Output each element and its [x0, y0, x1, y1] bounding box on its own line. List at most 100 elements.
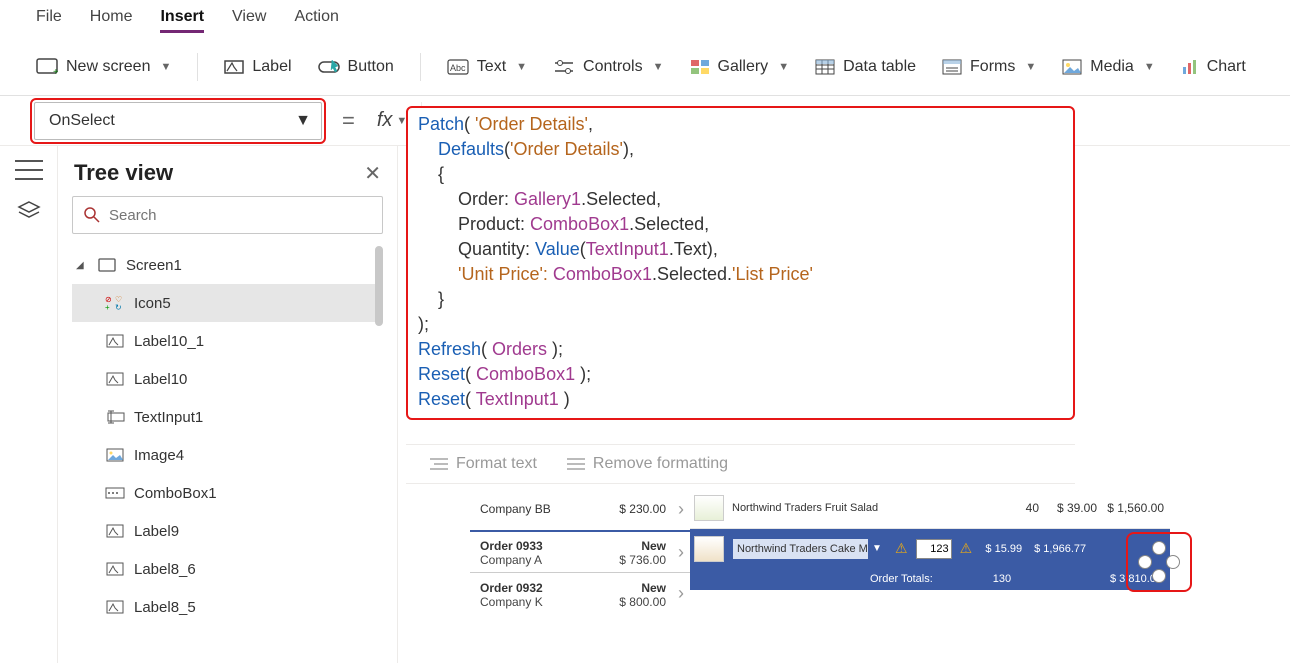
detail-row-selected[interactable]: Northwind Traders Cake Mix ▼ ⚠ ⚠ $ 15.99…	[690, 528, 1170, 568]
format-text-button[interactable]: Format text	[430, 455, 537, 473]
forms-icon	[942, 59, 962, 75]
menu-view[interactable]: View	[232, 8, 266, 33]
equals-label: =	[334, 108, 363, 134]
order-company: Company K	[480, 595, 543, 609]
forms-btn-label: Forms	[970, 58, 1015, 76]
property-dropdown[interactable]: OnSelect ▼	[34, 102, 322, 140]
totals-label: Order Totals:	[870, 573, 933, 585]
chevron-right-icon: ›	[672, 499, 690, 520]
property-highlight: OnSelect ▼	[30, 98, 326, 144]
tree-title: Tree view	[74, 160, 173, 186]
tree-item-label8-6[interactable]: Label8_6	[72, 550, 383, 588]
remove-formatting-label: Remove formatting	[593, 455, 728, 473]
chevron-down-icon: ▼	[653, 61, 664, 73]
media-icon	[1062, 59, 1082, 75]
product-combobox[interactable]: Northwind Traders Cake Mix ▼	[732, 538, 887, 560]
chevron-down-icon: ▼	[295, 112, 311, 130]
text-icon: Abc	[447, 59, 469, 75]
text-button[interactable]: Abc Text ▼	[447, 58, 527, 76]
close-icon[interactable]: ✕	[364, 161, 381, 186]
tree-item-label: Label8_5	[134, 599, 196, 616]
workspace: Tree view ✕ ◢ Screen1 ⊘♡+↻ Icon5 Label10…	[0, 146, 1290, 663]
tree-item-label: Icon5	[134, 295, 171, 312]
price: $ 15.99	[980, 543, 1022, 555]
label-button[interactable]: Label	[224, 58, 291, 76]
combobox-icon	[104, 484, 126, 502]
tree-item-icon5[interactable]: ⊘♡+↻ Icon5	[72, 284, 383, 322]
formula-bar[interactable]: Patch( 'Order Details', Defaults('Order …	[406, 106, 1075, 420]
text-btn-label: Text	[477, 58, 506, 76]
totals-row: Order Totals: 130 $ 3,810.00	[690, 568, 1170, 590]
tree-item-textinput1[interactable]: TextInput1	[72, 398, 383, 436]
forms-button[interactable]: Forms ▼	[942, 58, 1036, 76]
chevron-right-icon: ›	[672, 583, 690, 604]
separator	[197, 53, 198, 81]
chart-button[interactable]: Chart	[1181, 58, 1246, 76]
tree-item-label10[interactable]: Label10	[72, 360, 383, 398]
order-row[interactable]: Company BB $ 230.00 ›	[470, 488, 690, 530]
add-icon-handle[interactable]: +	[1126, 532, 1192, 592]
data-table-button[interactable]: Data table	[815, 58, 916, 76]
tree-item-combobox1[interactable]: ComboBox1	[72, 474, 383, 512]
data-table-label: Data table	[843, 58, 916, 76]
tree-item-label: TextInput1	[134, 409, 203, 426]
fx-label: fx	[377, 109, 393, 132]
quantity-input[interactable]	[916, 539, 952, 559]
warning-icon: ⚠	[960, 540, 973, 557]
gallery-icon	[690, 59, 710, 75]
menu-insert[interactable]: Insert	[160, 8, 204, 33]
tree-item-label8-5[interactable]: Label8_5	[72, 588, 383, 626]
controls-button[interactable]: Controls ▼	[553, 58, 663, 76]
layers-icon[interactable]	[17, 200, 41, 222]
tree-item-label: Label10_1	[134, 333, 204, 350]
tree-item-label10-1[interactable]: Label10_1	[72, 322, 383, 360]
line-total: $ 1,966.77	[1030, 543, 1090, 555]
iconset-icon: ⊘♡+↻	[104, 294, 126, 312]
label-icon	[104, 598, 126, 616]
gallery-button[interactable]: Gallery ▼	[690, 58, 790, 76]
label-icon	[104, 522, 126, 540]
tree-view-pane: Tree view ✕ ◢ Screen1 ⊘♡+↻ Icon5 Label10…	[58, 146, 398, 663]
media-button[interactable]: Media ▼	[1062, 58, 1154, 76]
detail-row[interactable]: Northwind Traders Fruit Salad 40 $ 39.00…	[690, 488, 1170, 528]
search-icon	[83, 206, 101, 224]
chevron-down-icon: ▼	[160, 61, 171, 73]
gallery-btn-label: Gallery	[718, 58, 769, 76]
hamburger-icon[interactable]	[15, 160, 43, 180]
order-amount: $ 230.00	[619, 502, 666, 516]
tree-item-label: Label10	[134, 371, 187, 388]
remove-formatting-button[interactable]: Remove formatting	[567, 455, 728, 473]
order-status: New	[641, 581, 666, 595]
tree-item-image4[interactable]: Image4	[72, 436, 383, 474]
tree-header: Tree view ✕	[72, 156, 383, 196]
button-btn-label: Button	[348, 58, 394, 76]
order-row[interactable]: Order 0933New Company A$ 736.00 ›	[470, 530, 690, 572]
table-icon	[815, 59, 835, 75]
chart-btn-label: Chart	[1207, 58, 1246, 76]
image-icon	[104, 446, 126, 464]
media-btn-label: Media	[1090, 58, 1134, 76]
menu-action[interactable]: Action	[294, 8, 338, 33]
product-thumb	[694, 495, 724, 521]
menu-home[interactable]: Home	[90, 8, 133, 33]
totals-qty: 130	[993, 573, 1011, 585]
menu-file[interactable]: File	[36, 8, 62, 33]
search-input[interactable]	[109, 207, 372, 224]
chevron-right-icon: ›	[672, 542, 690, 563]
order-row[interactable]: Order 0932New Company K$ 800.00 ›	[470, 572, 690, 614]
new-screen-button[interactable]: + New screen ▼	[36, 58, 171, 76]
button-button[interactable]: Button	[318, 58, 394, 76]
scrollbar[interactable]	[375, 246, 383, 326]
order-number: Order 0932	[480, 581, 543, 595]
qty: 40	[1009, 501, 1039, 515]
separator	[420, 53, 421, 81]
expander-icon[interactable]: ◢	[76, 260, 88, 271]
tree-item-label9[interactable]: Label9	[72, 512, 383, 550]
chevron-down-icon: ▼	[778, 61, 789, 73]
search-box[interactable]	[72, 196, 383, 234]
order-number: Order 0933	[480, 539, 543, 553]
chevron-down-icon: ▼	[1025, 61, 1036, 73]
tree-item-screen1[interactable]: ◢ Screen1	[72, 246, 383, 284]
textinput-icon	[104, 408, 126, 426]
order-status: New	[641, 539, 666, 553]
